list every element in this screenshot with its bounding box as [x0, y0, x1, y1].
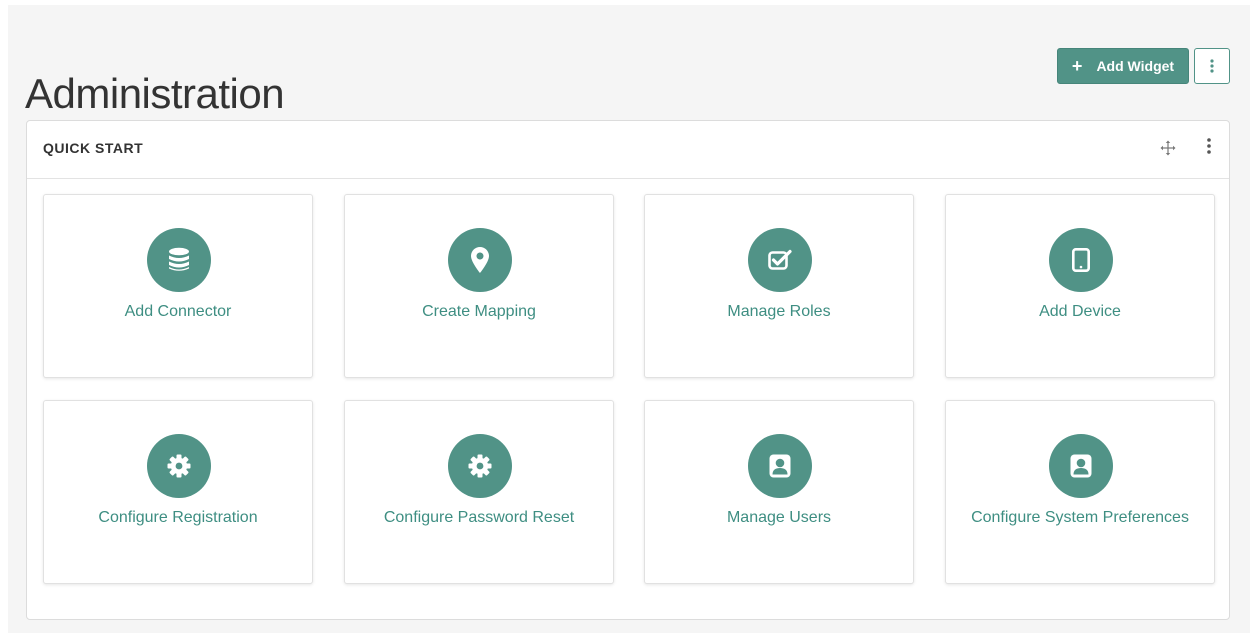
tile-label: Configure Password Reset	[383, 509, 575, 526]
checkbox-icon	[768, 249, 792, 270]
tile-icon-circle	[1049, 434, 1113, 498]
tile-configure-password-reset[interactable]: Configure Password Reset	[344, 400, 614, 584]
widget-header: QUICK START	[27, 121, 1229, 179]
tile-label: Manage Roles	[727, 303, 831, 320]
tile-icon-circle	[748, 228, 812, 292]
tile-manage-roles[interactable]: Manage Roles	[644, 194, 914, 378]
tile-label: Add Device	[1039, 303, 1121, 320]
tile-label: Add Connector	[124, 303, 232, 320]
tile-create-mapping[interactable]: Create Mapping	[344, 194, 614, 378]
database-icon	[169, 247, 189, 271]
plus-icon: +	[1071, 56, 1083, 76]
page-menu-button[interactable]	[1194, 48, 1230, 84]
tile-manage-users[interactable]: Manage Users	[644, 400, 914, 584]
tile-label: Create Mapping	[422, 303, 536, 320]
tile-label: Manage Users	[726, 509, 832, 526]
tile-icon-circle	[147, 434, 211, 498]
move-icon[interactable]	[1160, 140, 1176, 156]
tile-add-connector[interactable]: Add Connector	[43, 194, 313, 378]
tile-configure-system-preferences[interactable]: Configure System Preferences	[945, 400, 1215, 584]
gear-icon	[167, 454, 191, 478]
tile-label: Configure System Preferences	[971, 509, 1189, 526]
kebab-icon	[1210, 59, 1214, 73]
tablet-icon	[1072, 248, 1090, 272]
tile-icon-circle	[448, 228, 512, 292]
add-widget-label: Add Widget	[1096, 58, 1175, 74]
user-icon	[1070, 454, 1092, 478]
map-marker-icon	[471, 247, 489, 273]
page-title: Administration	[25, 70, 285, 118]
tile-icon-circle	[1049, 228, 1113, 292]
widget-menu-button[interactable]	[1201, 138, 1217, 158]
add-widget-button[interactable]: + Add Widget	[1057, 48, 1189, 84]
tile-label: Configure Registration	[98, 509, 258, 526]
gear-icon	[468, 454, 492, 478]
tile-configure-registration[interactable]: Configure Registration	[43, 400, 313, 584]
user-icon	[769, 454, 791, 478]
widget-title: QUICK START	[43, 140, 144, 156]
tile-icon-circle	[147, 228, 211, 292]
kebab-icon	[1207, 138, 1211, 154]
tile-icon-circle	[448, 434, 512, 498]
tile-icon-circle	[748, 434, 812, 498]
quick-start-widget: QUICK START Add Connector Create Mapping…	[26, 120, 1230, 620]
tile-add-device[interactable]: Add Device	[945, 194, 1215, 378]
